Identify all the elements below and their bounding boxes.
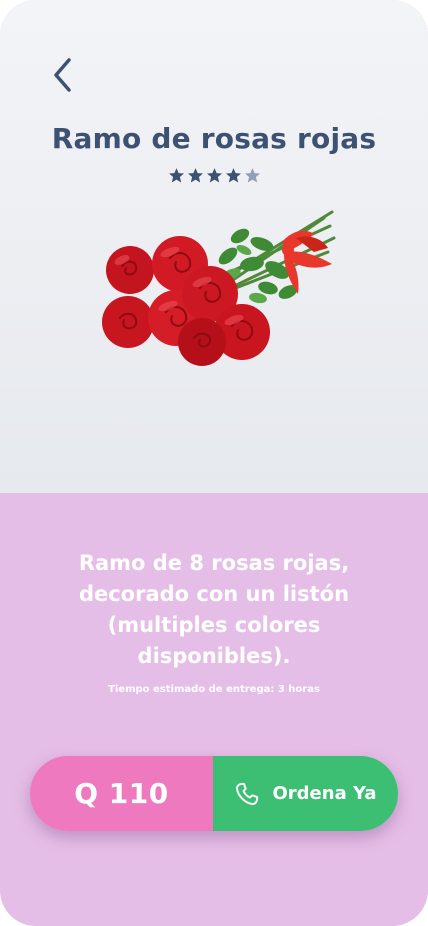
back-button[interactable] [44, 55, 80, 95]
star-icon [206, 168, 222, 183]
order-now-label: Ordena Ya [272, 783, 377, 804]
star-icon [244, 168, 260, 183]
star-icon [168, 168, 184, 183]
rose-bouquet-image [102, 210, 336, 366]
rating-stars [0, 167, 428, 184]
order-now-button[interactable]: Ordena Ya [213, 756, 398, 831]
star-icon [187, 168, 203, 183]
product-title: Ramo de rosas rojas [51, 122, 377, 155]
order-bar: Q 110 Ordena Ya [30, 756, 398, 831]
delivery-estimate: Tiempo estimado de entrega: 3 horas [108, 684, 320, 695]
price-label: Q 110 [30, 756, 213, 831]
star-icon [225, 168, 241, 183]
app-screen: Ramo de rosas rojas Ramo de 8 rosas roja… [0, 0, 428, 926]
product-header: Ramo de rosas rojas [0, 0, 428, 493]
chevron-left-icon [54, 58, 71, 92]
phone-icon [236, 782, 259, 805]
product-description: Ramo de 8 rosas rojas, decorado con un l… [78, 551, 350, 668]
